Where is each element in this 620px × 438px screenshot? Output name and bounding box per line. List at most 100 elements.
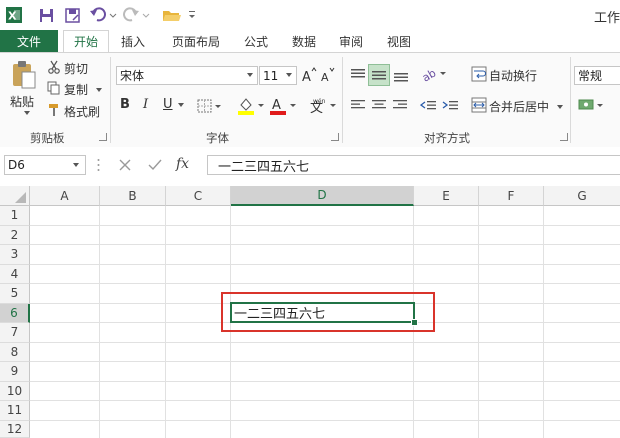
tab-formulas[interactable]: 公式 xyxy=(236,30,276,52)
cancel-entry-icon[interactable] xyxy=(117,157,133,173)
align-center-icon[interactable] xyxy=(371,97,387,113)
font-color-icon[interactable]: A xyxy=(268,95,298,117)
row-header-11[interactable]: 11 xyxy=(0,401,30,421)
select-all-corner[interactable] xyxy=(0,186,30,206)
column-header-f[interactable]: F xyxy=(479,186,544,206)
gridline xyxy=(30,400,620,401)
clipboard-launcher-icon[interactable] xyxy=(99,133,107,141)
gridline xyxy=(30,244,620,245)
row-header-12[interactable]: 12 xyxy=(0,420,30,438)
column-header-a[interactable]: A xyxy=(30,186,100,206)
cell-d6-value: 一二三四五六七 xyxy=(234,307,326,322)
decrease-indent-icon[interactable] xyxy=(419,97,437,113)
insert-function-button[interactable]: fx xyxy=(176,156,189,172)
fill-handle[interactable] xyxy=(411,319,418,326)
gridline xyxy=(30,341,620,343)
excel-logo-icon: X xyxy=(4,6,24,24)
alignment-group-label: 对齐方式 xyxy=(424,131,470,145)
name-box[interactable]: D6 xyxy=(4,155,86,175)
save-icon[interactable] xyxy=(36,6,56,24)
copy-icon xyxy=(46,80,62,96)
font-name-value: 宋体 xyxy=(120,69,145,83)
row-header-9[interactable]: 9 xyxy=(0,362,30,382)
row-header-8[interactable]: 8 xyxy=(0,342,30,362)
paste-button[interactable]: 粘贴 xyxy=(10,93,34,110)
undo-icon[interactable] xyxy=(88,6,118,24)
column-header-d[interactable]: D xyxy=(231,186,414,206)
group-divider xyxy=(342,57,343,143)
row-header-4[interactable]: 4 xyxy=(0,264,30,284)
gridline xyxy=(30,224,620,226)
row-header-10[interactable]: 10 xyxy=(0,381,30,401)
align-bottom-icon[interactable] xyxy=(391,65,411,85)
ribbon-tab-bar: 文件 开始 插入 页面布局 公式 数据 审阅 视图 xyxy=(0,30,620,53)
align-top-icon[interactable] xyxy=(348,65,368,85)
shrink-font-icon[interactable]: A xyxy=(320,66,336,84)
merge-center-icon xyxy=(470,96,488,114)
phonetic-guide-icon[interactable]: 文 wén xyxy=(308,95,338,117)
redo-icon[interactable] xyxy=(122,6,152,24)
underline-button[interactable]: U xyxy=(163,97,184,112)
column-header-e[interactable]: E xyxy=(414,186,479,206)
font-name-dropdown[interactable]: 宋体 xyxy=(116,66,258,85)
row-header-5[interactable]: 5 xyxy=(0,284,30,304)
row-header-2[interactable]: 2 xyxy=(0,225,30,245)
group-divider xyxy=(110,57,111,143)
align-middle-icon[interactable] xyxy=(368,64,390,86)
italic-button[interactable]: I xyxy=(143,97,148,112)
tab-insert[interactable]: 插入 xyxy=(113,30,153,52)
group-divider xyxy=(570,57,571,143)
bold-button[interactable]: B xyxy=(120,97,130,112)
svg-text:X: X xyxy=(8,10,17,23)
accounting-format-icon[interactable] xyxy=(577,96,607,116)
row-header-3[interactable]: 3 xyxy=(0,245,30,265)
tab-data[interactable]: 数据 xyxy=(284,30,324,52)
cut-button[interactable]: 剪切 xyxy=(64,60,88,77)
tab-file[interactable]: 文件 xyxy=(0,30,58,52)
tab-review[interactable]: 审阅 xyxy=(331,30,371,52)
column-header-b[interactable]: B xyxy=(100,186,166,206)
column-header-c[interactable]: C xyxy=(166,186,231,206)
cell-d6[interactable]: 一二三四五六七 xyxy=(230,302,415,323)
scissors-icon xyxy=(46,59,62,75)
open-folder-icon[interactable] xyxy=(160,6,184,24)
increase-indent-icon[interactable] xyxy=(441,97,459,113)
align-right-icon[interactable] xyxy=(392,97,408,113)
formula-bar: D6 fx 一二三四五六七 xyxy=(0,147,620,183)
tab-home[interactable]: 开始 xyxy=(63,30,109,53)
borders-icon[interactable] xyxy=(196,97,224,115)
row-header-7[interactable]: 7 xyxy=(0,323,30,343)
font-group-label: 字体 xyxy=(206,131,229,145)
alignment-launcher-icon[interactable] xyxy=(560,133,568,141)
fill-color-icon[interactable] xyxy=(236,95,266,117)
column-header-g[interactable]: G xyxy=(544,186,620,206)
copy-button[interactable]: 复制 xyxy=(64,81,103,98)
grow-font-icon[interactable]: A xyxy=(301,66,317,84)
tab-view[interactable]: 视图 xyxy=(379,30,419,52)
formula-bar-grip-icon xyxy=(97,158,100,172)
font-launcher-icon[interactable] xyxy=(331,133,339,141)
paste-dropdown-arrow[interactable] xyxy=(21,111,30,115)
ribbon: 粘贴 剪切 复制 格式刷 剪贴板 宋体 11 A A B I U A 文 wén … xyxy=(0,52,620,149)
row-header-1[interactable]: 1 xyxy=(0,206,30,226)
tab-page-layout[interactable]: 页面布局 xyxy=(163,30,229,52)
format-painter-button[interactable]: 格式刷 xyxy=(64,103,100,120)
gridline xyxy=(30,263,620,265)
number-format-dropdown[interactable]: 常规 xyxy=(574,66,620,85)
orientation-icon[interactable]: ab xyxy=(420,64,450,84)
save-as-icon[interactable] xyxy=(62,6,82,24)
font-size-dropdown[interactable]: 11 xyxy=(259,66,297,85)
gridline xyxy=(30,361,620,362)
row-header-6[interactable]: 6 xyxy=(0,303,30,323)
underline-label: U xyxy=(163,97,173,112)
wrap-text-button[interactable]: 自动换行 xyxy=(489,67,537,84)
svg-text:wén: wén xyxy=(313,98,326,105)
formula-input[interactable]: 一二三四五六七 xyxy=(207,155,620,175)
confirm-entry-icon[interactable] xyxy=(147,157,163,173)
customize-toolbar-icon[interactable] xyxy=(186,6,198,24)
merge-center-button[interactable]: 合并后居中 xyxy=(489,98,564,115)
paste-icon[interactable] xyxy=(10,59,38,91)
gridline xyxy=(30,419,620,421)
align-left-icon[interactable] xyxy=(350,97,366,113)
gridline xyxy=(30,283,620,284)
